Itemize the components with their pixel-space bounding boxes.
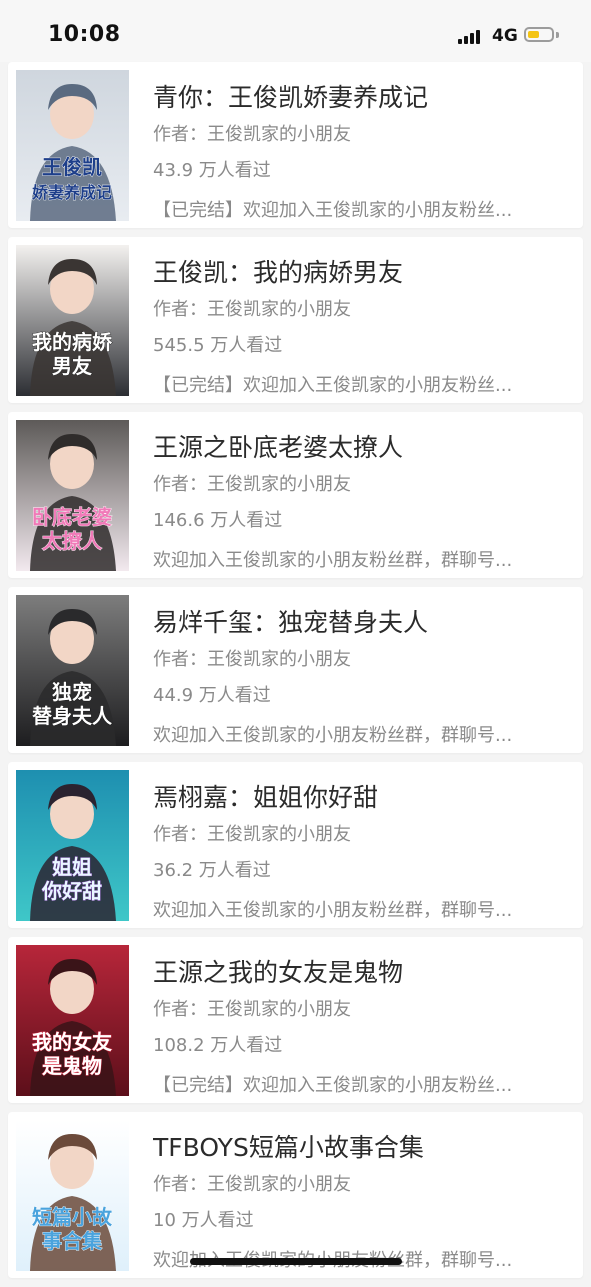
book-title: 王源之我的女友是鬼物 [153,958,404,987]
book-view-count: 10 万人看过 [153,1210,254,1231]
book-cover-image[interactable]: 我的女友 是鬼物 [16,945,129,1096]
book-description: 【已完结】欢迎加入王俊凯家的小朋友粉丝... [153,200,513,221]
cover-title-text: 王俊凯 [42,155,102,179]
cover-title-text: 事合集 [42,1229,103,1253]
book-description: 欢迎加入王俊凯家的小朋友粉丝群，群聊号... [153,725,513,746]
cover-title-text: 独宠 [52,680,92,704]
cover-title-text: 娇妻养成记 [32,183,112,202]
cover-title-art: 王俊凯娇妻养成记 [32,155,113,203]
book-cover-image[interactable]: 姐姐 你好甜 [16,770,129,921]
battery-cap [556,32,559,38]
book-list: 王俊凯娇妻养成记 青你：王俊凯娇妻养成记作者：王俊凯家的小朋友 43.9 万人看过【… [8,62,583,1287]
book-description: 【已完结】欢迎加入王俊凯家的小朋友粉丝... [153,1075,513,1096]
cover-title-text: 我的病娇 [32,330,113,354]
cover-title-text: 短篇小故 [32,1205,113,1229]
cover-title-text: 男友 [52,354,92,378]
cellular-signal-icon [458,28,484,44]
cover-title-text: 太撩人 [42,529,103,553]
book-title: 王源之卧底老婆太撩人 [153,433,404,462]
status-time: 10:08 [48,22,121,47]
cover-title-text: 替身夫人 [32,704,113,728]
cover-title-text: 是鬼物 [41,1054,102,1078]
book-title: TFBOYS短篇小故事合集 [153,1133,424,1162]
book-title: 王俊凯：我的病娇男友 [153,258,404,287]
book-view-count: 146.6 万人看过 [153,510,283,531]
book-title: 青你：王俊凯娇妻养成记 [153,83,429,112]
status-bar: 10:08 4G [0,0,591,62]
book-view-count: 43.9 万人看过 [153,160,271,181]
book-card[interactable]: 短篇小故事合集TFBOYS短篇小故事合集作者：王俊凯家的小朋友10 万人看过欢迎… [8,1112,583,1278]
book-cover-image[interactable]: 我的病娇 男友 [16,245,129,396]
book-description: 欢迎加入王俊凯家的小朋友粉丝群，群聊号... [153,900,513,921]
cover-title-art: 我的女友是鬼物 [32,1030,113,1079]
cover-title-art: 卧底老婆太撩人 [32,505,113,554]
home-indicator[interactable] [190,1258,402,1265]
cover-title-art: 短篇小故事合集 [32,1205,114,1254]
book-card[interactable]: 我的病娇 男友 王俊凯：我的病娇男友 作者：王俊凯家的小朋友 545.5 万人看过 【已完… [8,237,583,403]
book-card[interactable]: 独宠 替身夫人 易烊千玺：独宠替身夫人 作者：王俊凯家的小朋友 44.9 万人看过 欢迎加… [8,587,583,753]
book-description: 【已完结】欢迎加入王俊凯家的小朋友粉丝... [153,375,513,396]
book-author: 作者：王俊凯家的小朋友 [153,824,351,845]
book-card[interactable]: 我的女友 是鬼物 王源之我的女友是鬼物作者：王俊凯家的小朋友 108.2 万人看过【已… [8,937,583,1103]
network-type: 4G [492,26,518,46]
book-view-count: 44.9 万人看过 [153,685,271,706]
book-cover-image[interactable]: 卧底老婆 太撩人 [16,420,129,571]
cover-title-text: 姐姐 [52,855,92,879]
book-view-count: 108.2 万人看过 [153,1035,283,1056]
book-cover-image[interactable]: 独宠 替身夫人 [16,595,129,746]
book-card[interactable]: 王俊凯娇妻养成记 青你：王俊凯娇妻养成记作者：王俊凯家的小朋友 43.9 万人看过【… [8,62,583,228]
book-author: 作者：王俊凯家的小朋友 [153,1174,351,1195]
book-author: 作者：王俊凯家的小朋友 [153,999,351,1020]
book-author: 作者：王俊凯家的小朋友 [153,124,351,145]
book-card[interactable]: 姐姐 你好甜 焉栩嘉：姐姐你好甜 作者：王俊凯家的小朋友 36.2 万人看过 欢迎加入王俊… [8,762,583,928]
book-cover-image[interactable]: 王俊凯 娇妻养成记 [16,70,129,221]
cover-title-text: 卧底老婆 [32,505,112,529]
book-title: 焉栩嘉：姐姐你好甜 [153,783,379,812]
book-card[interactable]: 卧底老婆 太撩人 王源之卧底老婆太撩人作者：王俊凯家的小朋友 146.6 万人看过欢迎… [8,412,583,578]
book-title: 易烊千玺：独宠替身夫人 [153,608,429,637]
book-description: 欢迎加入王俊凯家的小朋友粉丝群，群聊号... [153,550,513,571]
book-view-count: 545.5 万人看过 [153,335,283,356]
book-author: 作者：王俊凯家的小朋友 [153,649,351,670]
cover-title-text: 我的女友 [32,1030,112,1054]
battery-level [528,31,539,38]
cover-title-text: 你好甜 [41,879,102,903]
book-view-count: 36.2 万人看过 [153,860,271,881]
book-author: 作者：王俊凯家的小朋友 [153,299,351,320]
book-author: 作者：王俊凯家的小朋友 [153,474,351,495]
book-cover-image[interactable]: 短篇小故 事合集 [16,1120,129,1271]
battery-icon [524,27,554,42]
